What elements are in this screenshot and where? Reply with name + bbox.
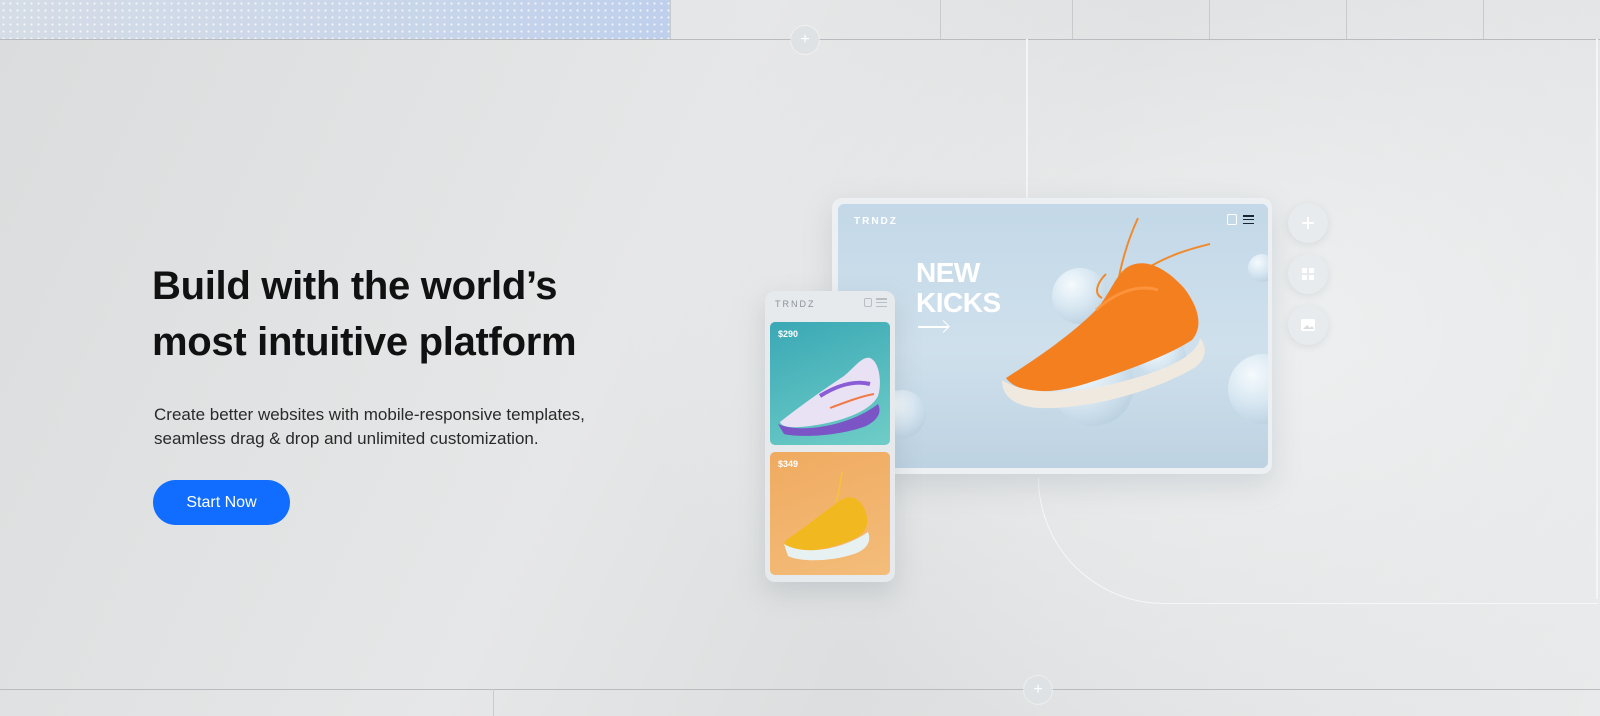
menu-icon (1243, 215, 1254, 224)
plus-node-icon: + (791, 26, 819, 54)
hero-title: Build with the world’s most intuitive pl… (152, 258, 672, 370)
product-card[interactable]: $349 (770, 452, 890, 575)
top-dotted-banner (0, 0, 670, 39)
grid-line (1209, 0, 1210, 39)
arrow-right-icon (918, 326, 948, 328)
grid-line (670, 0, 671, 39)
purple-sneaker-image (778, 357, 880, 436)
product-price: $349 (778, 459, 799, 469)
hero-subtitle-line: Create better websites with mobile-respo… (154, 405, 585, 424)
shopping-bag-icon (864, 298, 872, 307)
product-card[interactable]: $290 (770, 322, 890, 445)
mobile-header-icons (864, 298, 887, 307)
mockup-logo: TRNDZ (854, 216, 898, 227)
hero-title-line: most intuitive platform (152, 320, 577, 364)
mockup-headline-line: KICKS (916, 287, 1001, 318)
desktop-mockup-screen: TRNDZ NEW KICKS (838, 204, 1268, 468)
plus-node-icon: + (1024, 676, 1052, 704)
start-now-button[interactable]: Start Now (153, 480, 290, 525)
mobile-mockup: TRNDZ $290 $349 (765, 291, 895, 582)
hero-subtitle-line: seamless drag & drop and unlimited custo… (154, 429, 539, 448)
product-price: $290 (778, 329, 799, 339)
grid-line (1072, 0, 1073, 39)
media-button[interactable] (1288, 305, 1328, 345)
mobile-mockup-logo: TRNDZ (775, 299, 816, 309)
bottom-divider (0, 689, 1600, 690)
guide-curve (1038, 478, 1598, 604)
grid-line (1483, 0, 1484, 39)
grid-line (940, 0, 941, 39)
sphere-decoration (1248, 254, 1268, 282)
grid-line (1346, 0, 1347, 39)
grid-line (493, 689, 494, 716)
hero-section: + + Build with the world’s most intuitiv… (0, 0, 1600, 716)
orange-sneaker-image (1002, 217, 1211, 409)
grid-icon (1302, 268, 1314, 280)
menu-icon (876, 298, 887, 307)
mockup-headline: NEW KICKS (916, 258, 1001, 318)
guide-line (1026, 39, 1028, 199)
image-icon (1301, 319, 1315, 331)
hero-subtitle: Create better websites with mobile-respo… (154, 403, 634, 451)
add-element-button[interactable] (1288, 203, 1328, 243)
mockup-headline-line: NEW (916, 257, 980, 288)
plus-icon (1302, 217, 1314, 229)
hero-title-line: Build with the world’s (152, 264, 558, 308)
yellow-sneaker-image (784, 471, 870, 561)
sections-button[interactable] (1288, 254, 1328, 294)
